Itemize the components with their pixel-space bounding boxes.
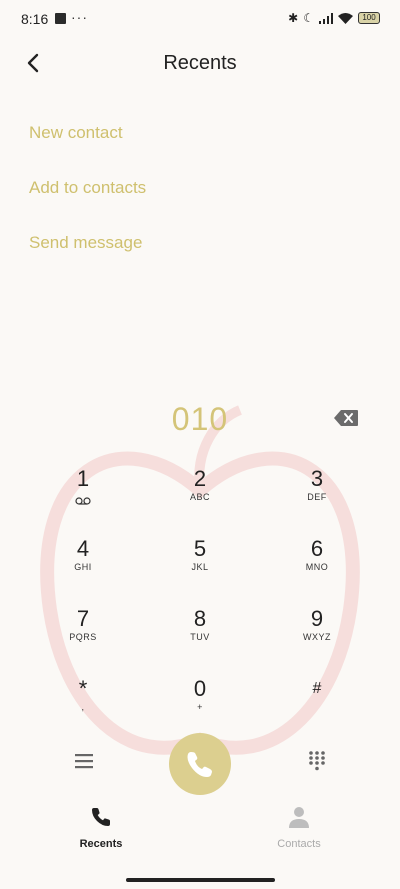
key-letters: JKL — [191, 562, 209, 572]
send-message-link[interactable]: Send message — [29, 233, 142, 253]
key-0[interactable]: 0 + — [160, 676, 240, 736]
key-letters: GHI — [74, 562, 92, 572]
key-7[interactable]: 7 PQRS — [43, 606, 123, 666]
key-letters: WXYZ — [303, 632, 331, 642]
person-icon — [289, 807, 309, 828]
phone-icon — [187, 752, 212, 777]
moon-icon: ☾ — [303, 11, 314, 25]
key-digit: 3 — [310, 466, 324, 491]
key-letters: , — [81, 702, 85, 712]
key-8[interactable]: 8 TUV — [160, 606, 240, 666]
menu-icon[interactable] — [72, 750, 96, 772]
nav-recents[interactable]: Recents — [56, 805, 146, 850]
dialpad-icon[interactable] — [307, 750, 327, 772]
voicemail-icon — [75, 497, 91, 505]
page-title: Recents — [163, 52, 237, 74]
key-5[interactable]: 5 JKL — [160, 536, 240, 596]
bluetooth-icon: ✱ — [288, 11, 299, 25]
key-letters: ABC — [189, 492, 210, 502]
key-letters: + — [197, 702, 203, 712]
key-letters: PQRS — [69, 632, 97, 642]
key-digit: * — [78, 676, 88, 701]
key-4[interactable]: 4 GHI — [43, 536, 123, 596]
key-digit: 4 — [76, 536, 90, 561]
signal-icon — [319, 12, 333, 24]
bottom-navigation: Recents Contacts — [0, 805, 400, 865]
key-letters: DEF — [307, 492, 327, 502]
key-digit: 8 — [193, 606, 207, 631]
status-bar: 8:16 ··· ✱ ☾ 100 — [0, 0, 400, 38]
key-digit: 0 — [193, 676, 207, 701]
new-contact-link[interactable]: New contact — [29, 123, 123, 143]
nav-contacts-label: Contacts — [277, 838, 321, 850]
key-digit: 5 — [193, 536, 207, 561]
key-letters: MNO — [305, 562, 329, 572]
key-2[interactable]: 2 ABC — [160, 466, 240, 526]
key-digit: 2 — [193, 466, 207, 491]
battery-icon: 100 — [358, 12, 380, 24]
key-letters: TUV — [190, 632, 210, 642]
key-digit: 6 — [310, 536, 324, 561]
notification-square-icon — [55, 13, 66, 24]
status-time: 8:16 — [21, 11, 49, 27]
key-star[interactable]: * , — [43, 676, 123, 736]
key-1[interactable]: 1 — [43, 466, 123, 526]
key-6[interactable]: 6 MNO — [277, 536, 357, 596]
nav-contacts[interactable]: Contacts — [254, 805, 344, 850]
nav-recents-label: Recents — [79, 838, 123, 850]
backspace-icon[interactable] — [333, 409, 359, 427]
key-digit: 1 — [76, 466, 90, 491]
status-icons: ✱ ☾ 100 — [288, 11, 380, 25]
add-to-contacts-link[interactable]: Add to contacts — [29, 178, 146, 198]
key-digit: 9 — [310, 606, 324, 631]
key-3[interactable]: 3 DEF — [277, 466, 357, 526]
more-notifications: ··· — [71, 9, 88, 25]
key-9[interactable]: 9 WXYZ — [277, 606, 357, 666]
home-indicator[interactable] — [126, 878, 275, 882]
key-digit: # — [312, 680, 322, 697]
phone-icon — [92, 808, 110, 826]
key-hash[interactable]: # — [277, 676, 357, 736]
call-button[interactable] — [169, 733, 231, 795]
key-digit: 7 — [76, 606, 90, 631]
wifi-icon — [338, 12, 353, 24]
